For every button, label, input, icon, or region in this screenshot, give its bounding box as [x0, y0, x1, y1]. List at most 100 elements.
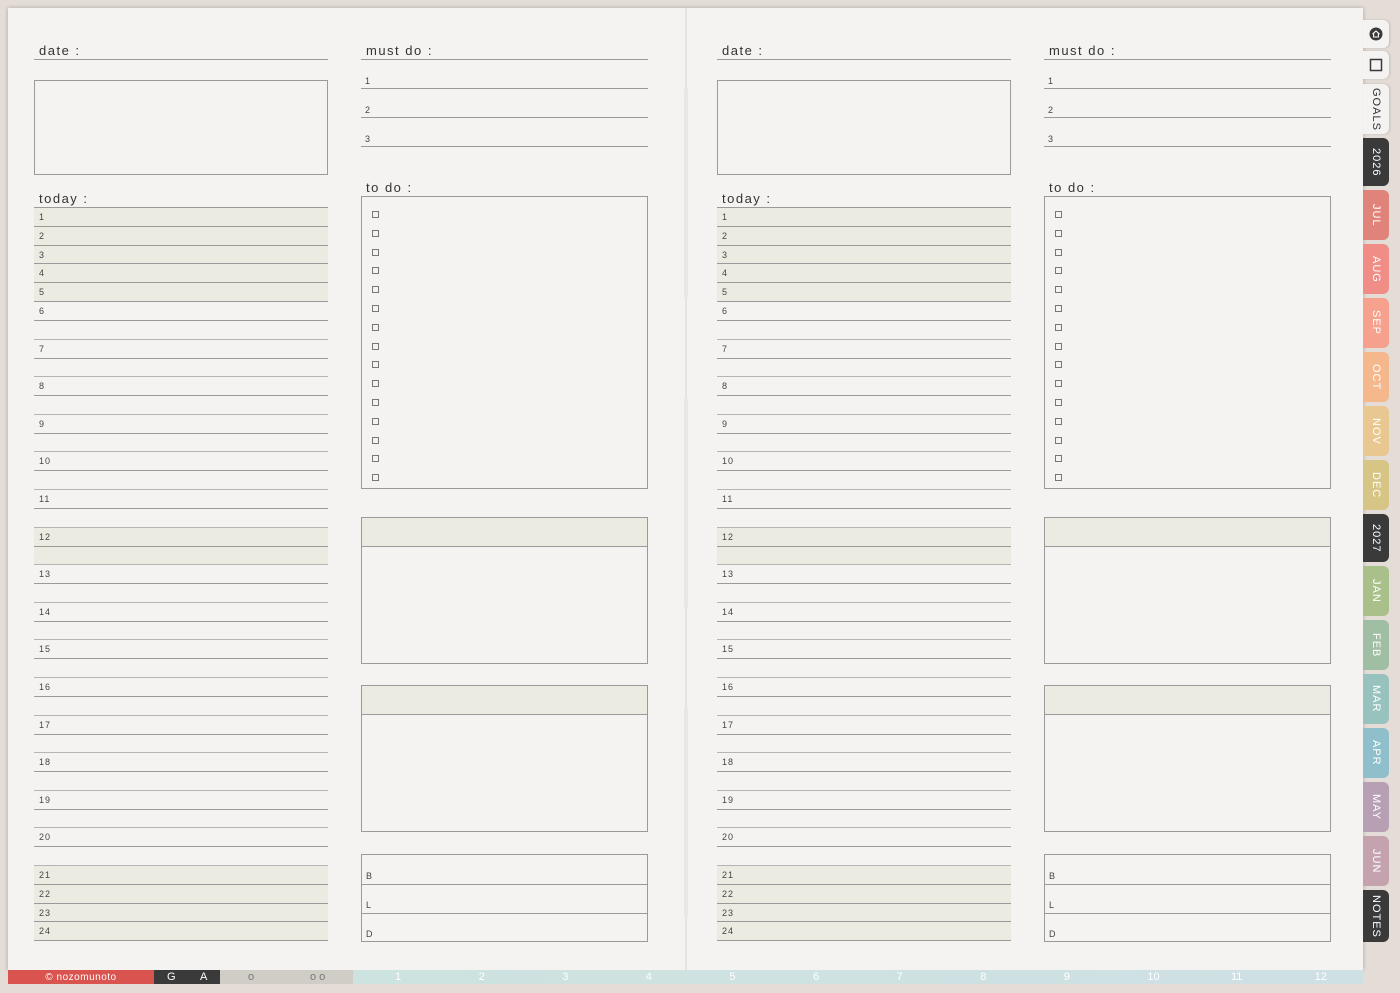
index-tab[interactable]	[1363, 51, 1389, 79]
checkbox[interactable]	[1055, 455, 1062, 463]
half-hour-line[interactable]	[717, 714, 1011, 716]
half-hour-line[interactable]	[717, 752, 1011, 754]
half-hour-line[interactable]	[34, 489, 328, 490]
hour-line[interactable]	[717, 940, 1011, 942]
brand-badge[interactable]: © nozomunoto	[8, 970, 154, 984]
month-link[interactable]: 1	[395, 970, 401, 984]
must-do-line[interactable]	[361, 117, 648, 118]
half-hour-line[interactable]	[34, 564, 328, 566]
hour-line[interactable]	[717, 733, 1011, 735]
checkbox[interactable]	[1055, 267, 1062, 275]
checkbox[interactable]	[372, 380, 379, 388]
hour-line[interactable]	[34, 301, 328, 302]
home-tab[interactable]	[1363, 20, 1389, 48]
hour-line[interactable]	[717, 771, 1011, 773]
half-hour-line[interactable]	[717, 677, 1011, 678]
date-notes-box[interactable]	[717, 80, 1011, 175]
checkbox[interactable]	[1055, 399, 1062, 406]
tab-notes[interactable]: NOTES	[1363, 890, 1389, 942]
half-hour-line[interactable]	[34, 413, 328, 415]
hour-line[interactable]	[34, 508, 328, 509]
hour-line[interactable]	[34, 940, 328, 942]
notes-box-header[interactable]	[1045, 518, 1330, 547]
checkbox[interactable]	[372, 211, 379, 218]
checkbox[interactable]	[372, 229, 379, 237]
hour-line[interactable]	[717, 808, 1011, 810]
half-hour-line[interactable]	[717, 789, 1011, 791]
checkbox[interactable]	[372, 305, 379, 312]
hour-line[interactable]	[717, 508, 1011, 509]
hour-line[interactable]	[34, 320, 328, 321]
month-link[interactable]: 11	[1231, 970, 1242, 984]
must-do-line[interactable]	[1044, 88, 1331, 89]
checkbox[interactable]	[372, 342, 379, 350]
hour-line[interactable]	[717, 395, 1011, 397]
checkbox[interactable]	[372, 455, 379, 463]
view-link-double[interactable]: o o	[310, 971, 325, 983]
hour-line[interactable]	[717, 432, 1011, 434]
checkbox[interactable]	[1055, 323, 1062, 331]
view-link-single[interactable]: o	[248, 971, 254, 983]
half-hour-line[interactable]	[717, 376, 1011, 378]
tab-jul[interactable]: JUL	[1363, 190, 1389, 240]
hour-line[interactable]	[717, 470, 1011, 472]
hour-line[interactable]	[34, 470, 328, 472]
checkbox[interactable]	[1055, 417, 1062, 425]
notes-box-header[interactable]	[362, 518, 647, 547]
checkbox[interactable]	[1055, 474, 1062, 482]
checkbox[interactable]	[372, 474, 379, 482]
hour-line[interactable]	[717, 658, 1011, 660]
notes-box[interactable]	[1044, 685, 1331, 832]
hour-line[interactable]	[717, 357, 1011, 359]
hour-line[interactable]	[717, 620, 1011, 622]
notes-box-header[interactable]	[362, 686, 647, 715]
half-hour-line[interactable]	[34, 714, 328, 716]
half-hour-line[interactable]	[34, 789, 328, 791]
hour-line[interactable]	[34, 846, 328, 848]
checkbox[interactable]	[372, 323, 379, 331]
date-notes-box[interactable]	[34, 80, 328, 175]
tab-apr[interactable]: APR	[1363, 728, 1389, 778]
notes-box[interactable]	[361, 685, 648, 832]
hour-line[interactable]	[717, 301, 1011, 302]
month-link[interactable]: 5	[729, 970, 735, 984]
hour-line[interactable]	[34, 432, 328, 434]
tab-oct[interactable]: OCT	[1363, 352, 1389, 402]
checkbox[interactable]	[372, 399, 379, 406]
month-link[interactable]: 6	[813, 970, 819, 984]
checkbox[interactable]	[1055, 361, 1062, 369]
half-hour-line[interactable]	[34, 376, 328, 378]
checkbox[interactable]	[1055, 342, 1062, 350]
hour-line[interactable]	[34, 545, 328, 547]
must-do-line[interactable]	[361, 146, 648, 147]
hour-line[interactable]	[34, 733, 328, 735]
tab-sep[interactable]: SEP	[1363, 298, 1389, 348]
month-link[interactable]: 2	[479, 970, 485, 984]
tab-goals[interactable]: GOALS	[1363, 84, 1389, 134]
hour-line[interactable]	[34, 658, 328, 660]
checkbox[interactable]	[1055, 305, 1062, 312]
tab-may[interactable]: MAY	[1363, 782, 1389, 832]
half-hour-line[interactable]	[717, 564, 1011, 566]
half-hour-line[interactable]	[34, 451, 328, 453]
month-link[interactable]: 7	[897, 970, 903, 984]
hour-line[interactable]	[34, 357, 328, 359]
half-hour-line[interactable]	[34, 827, 328, 829]
must-do-line[interactable]	[361, 88, 648, 89]
checkbox[interactable]	[372, 436, 379, 444]
hour-line[interactable]	[34, 808, 328, 810]
half-hour-line[interactable]	[717, 489, 1011, 490]
checkbox[interactable]	[1055, 248, 1062, 256]
hour-line[interactable]	[34, 395, 328, 397]
hour-line[interactable]	[34, 583, 328, 585]
half-hour-line[interactable]	[717, 413, 1011, 415]
half-hour-line[interactable]	[34, 601, 328, 603]
checkbox[interactable]	[1055, 286, 1062, 294]
half-hour-line[interactable]	[34, 752, 328, 754]
month-link[interactable]: 4	[646, 970, 652, 984]
tab-jun[interactable]: JUN	[1363, 836, 1389, 886]
tab-dec[interactable]: DEC	[1363, 460, 1389, 510]
hour-line[interactable]	[717, 545, 1011, 547]
checkbox[interactable]	[372, 417, 379, 425]
tab-jan[interactable]: JAN	[1363, 566, 1389, 616]
